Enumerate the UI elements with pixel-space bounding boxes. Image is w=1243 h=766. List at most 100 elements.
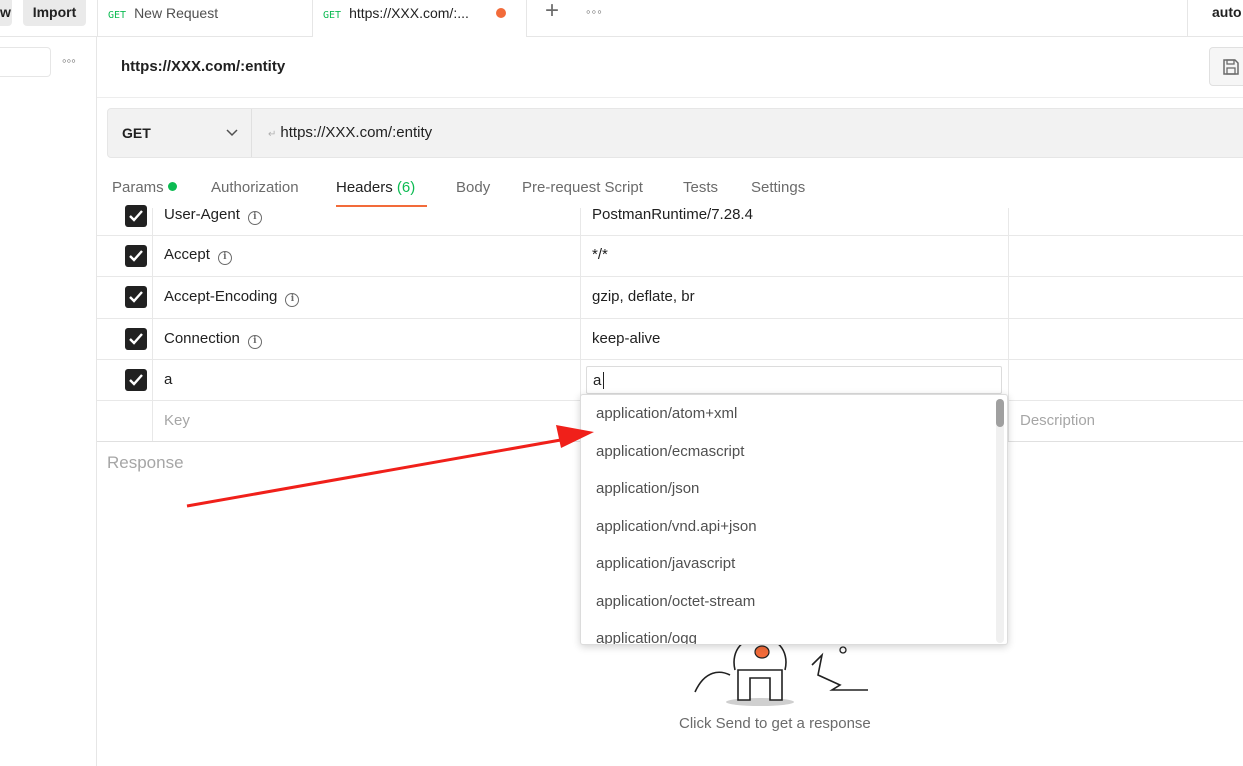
info-icon[interactable]: i	[247, 211, 262, 225]
tab-headers[interactable]: Headers (6)	[336, 179, 415, 196]
autocomplete-option[interactable]: application/atom+xml	[596, 405, 737, 422]
checkmark-icon	[129, 374, 143, 386]
info-icon[interactable]: i	[217, 251, 232, 265]
checkbox-cell	[97, 205, 153, 235]
autocomplete-option[interactable]: application/vnd.api+json	[596, 518, 757, 535]
row-checkbox[interactable]	[125, 245, 147, 267]
row-checkbox[interactable]	[125, 286, 147, 308]
scrollbar-thumb[interactable]	[996, 399, 1004, 427]
header-value-text: a	[593, 372, 602, 389]
unsaved-changes-dot	[496, 8, 506, 18]
header-value: gzip, deflate, br	[592, 288, 695, 305]
checkmark-icon	[129, 291, 143, 303]
table-row: Accept-Encoding i gzip, deflate, br	[97, 277, 1243, 319]
autocomplete-option[interactable]: application/octet-stream	[596, 593, 755, 610]
row-checkbox[interactable]	[125, 205, 147, 227]
autocomplete-dropdown: application/atom+xml application/ecmascr…	[580, 394, 1008, 645]
value-cell[interactable]: */*	[581, 236, 1009, 276]
key-cell[interactable]: a	[153, 360, 581, 400]
row-checkbox[interactable]	[125, 328, 147, 350]
table-row: User-Agent i PostmanRuntime/7.28.4	[97, 205, 1243, 236]
table-row: Connection i keep-alive	[97, 319, 1243, 360]
header-key: Connection i	[164, 330, 262, 349]
tab-method-label: GET	[323, 10, 342, 21]
checkbox-cell	[97, 319, 153, 359]
checkbox-cell	[97, 277, 153, 318]
header-value: PostmanRuntime/7.28.4	[592, 206, 753, 223]
response-title: Response	[107, 453, 184, 472]
header-key-text: Accept	[164, 246, 210, 263]
tab-options-more-icon[interactable]: ◦◦◦	[586, 4, 603, 19]
key-cell[interactable]: Connection i	[153, 319, 581, 359]
tab-method-label: GET	[108, 10, 127, 21]
import-button[interactable]: Import	[23, 0, 86, 26]
method-label: GET	[122, 125, 151, 141]
return-icon: ↵	[268, 129, 277, 140]
text-caret	[603, 372, 604, 389]
info-icon[interactable]: i	[247, 335, 262, 349]
divider	[97, 97, 1243, 98]
key-cell[interactable]: Accept i	[153, 236, 581, 276]
value-cell[interactable]: keep-alive	[581, 319, 1009, 359]
request-name[interactable]: https://XXX.com/:entity	[121, 58, 285, 75]
header-key-text: Accept-Encoding	[164, 288, 278, 305]
key-cell[interactable]: Accept-Encoding i	[153, 277, 581, 318]
checkmark-icon	[129, 250, 143, 262]
info-icon[interactable]: i	[285, 293, 300, 307]
params-indicator-dot	[167, 182, 177, 191]
key-cell[interactable]: User-Agent i	[153, 206, 581, 235]
key-placeholder: Key	[164, 412, 190, 429]
headers-count: (6)	[396, 179, 416, 196]
autocomplete-option[interactable]: application/ogg	[596, 630, 697, 644]
checkbox-cell	[97, 236, 153, 276]
new-button[interactable]: w	[0, 0, 12, 26]
request-tab-new[interactable]: GET New Request	[97, 0, 313, 37]
checkmark-icon	[129, 210, 143, 222]
tab-title: New Request	[134, 5, 219, 21]
tab-params-label: Params	[112, 179, 164, 196]
dropdown-scrollbar[interactable]	[996, 399, 1004, 643]
response-hint: Click Send to get a response	[679, 715, 871, 732]
tab-settings[interactable]: Settings	[751, 179, 805, 196]
new-button-label: w	[0, 4, 11, 20]
header-value-input[interactable]: a	[586, 366, 1002, 394]
request-tab-active[interactable]: GET https://XXX.com/:...	[313, 0, 527, 37]
tab-authorization[interactable]: Authorization	[211, 179, 299, 196]
autocomplete-option[interactable]: application/javascript	[596, 555, 735, 572]
chevron-down-icon	[226, 129, 238, 137]
url-input[interactable]: ↵ https://XXX.com/:entity	[268, 124, 432, 141]
header-key: Accept-Encoding i	[164, 288, 300, 307]
environment-selector[interactable]: auto	[1187, 0, 1243, 37]
tab-headers-label: Headers	[336, 179, 393, 196]
header-key-text: User-Agent	[164, 206, 240, 223]
method-select[interactable]: GET	[108, 109, 252, 157]
checkbox-cell	[97, 401, 153, 441]
active-tab-indicator	[336, 205, 427, 207]
header-key: User-Agent i	[164, 206, 262, 225]
tab-tests[interactable]: Tests	[683, 179, 718, 196]
tab-title: https://XXX.com/:...	[349, 5, 469, 21]
save-button[interactable]	[1209, 47, 1243, 86]
autocomplete-option[interactable]: application/ecmascript	[596, 443, 744, 460]
value-cell[interactable]: PostmanRuntime/7.28.4	[581, 206, 1009, 235]
sidebar-search-input[interactable]	[0, 47, 51, 77]
autocomplete-option[interactable]: application/json	[596, 480, 699, 497]
save-icon	[1223, 59, 1239, 75]
tab-pre-request-script[interactable]: Pre-request Script	[522, 179, 643, 196]
url-bar: GET ↵ https://XXX.com/:entity	[107, 108, 1243, 158]
new-tab-plus-icon[interactable]: +	[540, 0, 564, 24]
checkmark-icon	[129, 333, 143, 345]
row-checkbox[interactable]	[125, 369, 147, 391]
key-cell[interactable]: Key	[153, 401, 581, 441]
value-cell[interactable]: gzip, deflate, br	[581, 277, 1009, 318]
sidebar-more-icon[interactable]: ◦◦◦	[62, 53, 76, 68]
tab-params[interactable]: Params	[112, 179, 177, 196]
header-key-text: a	[164, 371, 173, 388]
header-value: */*	[592, 246, 608, 263]
url-text: https://XXX.com/:entity	[280, 124, 433, 141]
header-key-text: Connection	[164, 330, 240, 347]
header-value: keep-alive	[592, 330, 661, 347]
table-row: Accept i */*	[97, 236, 1243, 277]
header-key: Accept i	[164, 246, 232, 265]
tab-body[interactable]: Body	[456, 179, 490, 196]
